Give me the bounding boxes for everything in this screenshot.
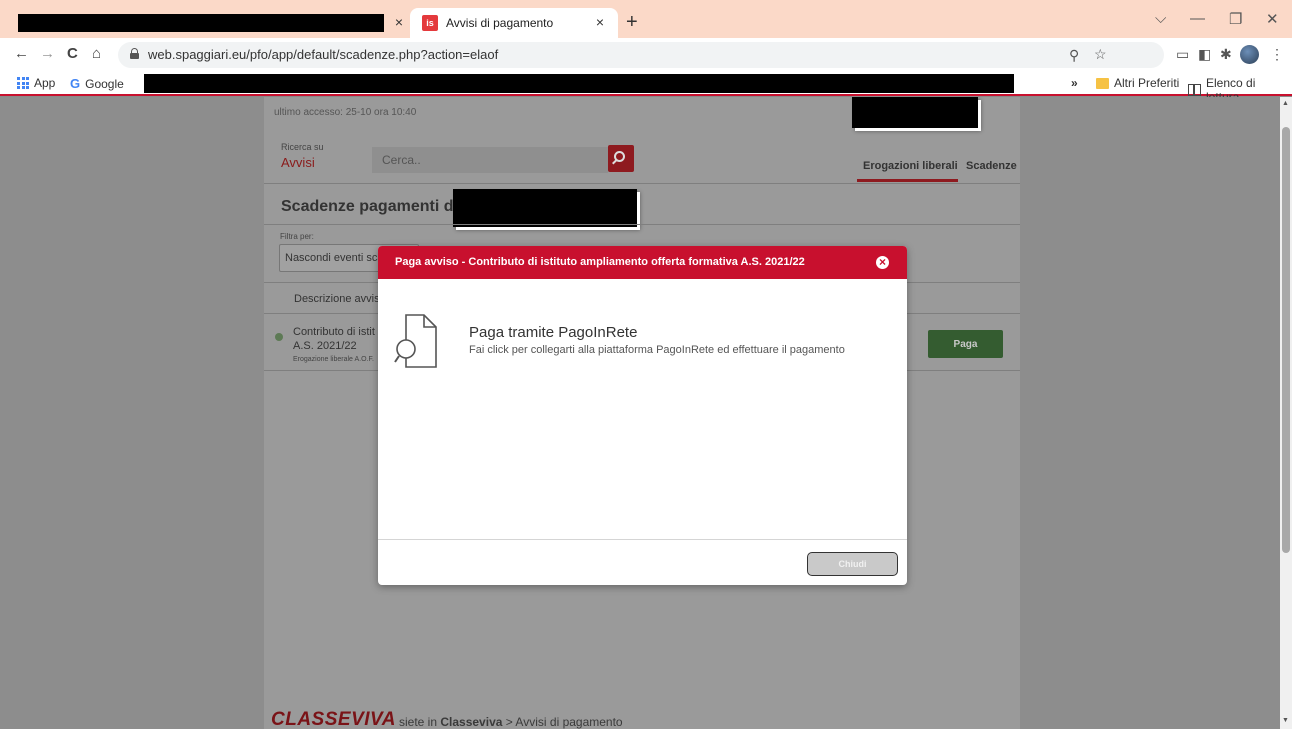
- payment-modal: Paga avviso - Contributo di istituto amp…: [378, 246, 907, 585]
- url-text: web.spaggiari.eu/pfo/app/default/scadenz…: [148, 47, 499, 62]
- row-title-line1: Contributo di istit: [293, 326, 375, 338]
- tab-active[interactable]: is Avvisi di pagamento ×: [410, 8, 618, 38]
- modal-footer-divider: [378, 539, 907, 540]
- tab-close-icon[interactable]: ×: [391, 14, 407, 30]
- redacted-tab-title: [18, 14, 384, 32]
- redacted-bookmarks: [144, 74, 1014, 93]
- scroll-up-icon[interactable]: ▲: [1282, 100, 1289, 107]
- search-scope-label: Ricerca su: [281, 142, 324, 152]
- address-bar[interactable]: web.spaggiari.eu/pfo/app/default/scadenz…: [118, 42, 1164, 68]
- restore-button[interactable]: ❐: [1229, 10, 1242, 28]
- zoom-icon[interactable]: ⚲: [1069, 47, 1079, 64]
- status-dot: [275, 333, 283, 341]
- menu-kebab-icon[interactable]: ⋮: [1270, 46, 1284, 63]
- apps-grid-icon: [17, 77, 29, 89]
- close-window-button[interactable]: ✕: [1266, 10, 1279, 28]
- reading-list-icon: [1188, 84, 1201, 96]
- cast-icon[interactable]: ▭: [1176, 46, 1189, 63]
- tab-search-icon[interactable]: ⌵: [1155, 10, 1166, 27]
- footer-breadcrumb: siete in Classeviva > Avvisi di pagament…: [399, 715, 623, 729]
- search-button[interactable]: [608, 145, 634, 172]
- divider: [264, 224, 1020, 225]
- close-button[interactable]: Chiudi: [807, 552, 898, 576]
- redacted-student-name: [453, 189, 637, 227]
- bookmarks-bar: App G Google » Altri Preferiti Elenco di…: [0, 71, 1292, 104]
- row-title-line2: A.S. 2021/22: [293, 340, 357, 352]
- filter-label: Filtra per:: [280, 232, 314, 241]
- search-placeholder: Cerca..: [382, 153, 421, 167]
- back-button[interactable]: ←: [14, 45, 29, 62]
- classeviva-logo: CLASSEVIVA: [271, 709, 397, 729]
- section-title: Scadenze pagamenti di: [281, 198, 458, 215]
- forward-button[interactable]: →: [40, 45, 55, 62]
- active-tab-indicator: [857, 179, 958, 182]
- tab-scadenze[interactable]: Scadenze: [966, 160, 1017, 172]
- classeviva-favicon-icon: is: [422, 15, 438, 31]
- home-button[interactable]: ⌂: [92, 45, 101, 62]
- pagoinrete-option-title[interactable]: Paga tramite PagoInRete: [469, 324, 637, 341]
- bookmark-apps[interactable]: App: [17, 76, 55, 90]
- last-access-text: ultimo accesso: 25-10 ora 10:40: [274, 107, 417, 118]
- extension-icon[interactable]: ◧: [1198, 46, 1211, 63]
- page-scrollbar[interactable]: ▲ ▼: [1280, 97, 1292, 729]
- profile-avatar[interactable]: [1240, 45, 1259, 64]
- row-subtitle: Erogazione liberale A.O.F.: [293, 356, 374, 363]
- browser-tab-bar: × is Avvisi di pagamento × + ⌵ — ❐ ✕: [0, 0, 1292, 38]
- breadcrumb-prefix: siete in: [399, 715, 441, 729]
- lock-icon: [130, 48, 139, 59]
- document-search-icon[interactable]: [394, 313, 438, 374]
- google-icon: G: [70, 76, 81, 91]
- redacted-user-box: [852, 97, 978, 128]
- bookmark-apps-label: App: [34, 76, 56, 90]
- tab-title: Avvisi di pagamento: [446, 16, 554, 30]
- tab-close-icon[interactable]: ×: [592, 14, 608, 30]
- minimize-button[interactable]: —: [1190, 10, 1205, 27]
- tab-inactive[interactable]: ×: [8, 8, 405, 38]
- search-icon: [614, 151, 625, 162]
- bookmark-google-label: Google: [85, 76, 124, 91]
- breadcrumb-current: > Avvisi di pagamento: [502, 715, 623, 729]
- browser-toolbar: ← → C ⌂ web.spaggiari.eu/pfo/app/default…: [0, 38, 1292, 71]
- breadcrumb-classeviva[interactable]: Classeviva: [440, 715, 502, 729]
- other-favorites-label: Altri Preferiti: [1114, 76, 1180, 90]
- bookmarks-overflow-button[interactable]: »: [1071, 76, 1078, 90]
- pagoinrete-option-description[interactable]: Fai click per collegarti alla piattaform…: [469, 344, 845, 356]
- divider: [264, 183, 1020, 184]
- extensions-puzzle-icon[interactable]: ✱: [1220, 46, 1232, 63]
- close-icon[interactable]: ×: [875, 255, 890, 270]
- bookmark-google[interactable]: G Google: [70, 76, 124, 91]
- search-input[interactable]: Cerca..: [372, 147, 608, 173]
- modal-title: Paga avviso - Contributo di istituto amp…: [395, 256, 805, 268]
- scroll-thumb[interactable]: [1282, 127, 1290, 553]
- bookmark-other-favorites[interactable]: Altri Preferiti: [1096, 76, 1179, 90]
- row-title[interactable]: Contributo di istit A.S. 2021/22: [293, 325, 375, 353]
- folder-icon: [1096, 77, 1109, 89]
- modal-header: Paga avviso - Contributo di istituto amp…: [378, 246, 907, 279]
- pay-button[interactable]: Paga: [928, 330, 1003, 358]
- column-header-description: Descrizione avvis: [294, 293, 380, 305]
- tab-erogazioni-liberali[interactable]: Erogazioni liberali: [863, 160, 958, 172]
- search-scope-value[interactable]: Avvisi: [281, 155, 315, 170]
- reload-button[interactable]: C: [67, 45, 78, 62]
- scroll-down-icon[interactable]: ▼: [1282, 717, 1289, 724]
- bookmark-star-icon[interactable]: ☆: [1094, 46, 1107, 63]
- new-tab-button[interactable]: +: [626, 12, 638, 32]
